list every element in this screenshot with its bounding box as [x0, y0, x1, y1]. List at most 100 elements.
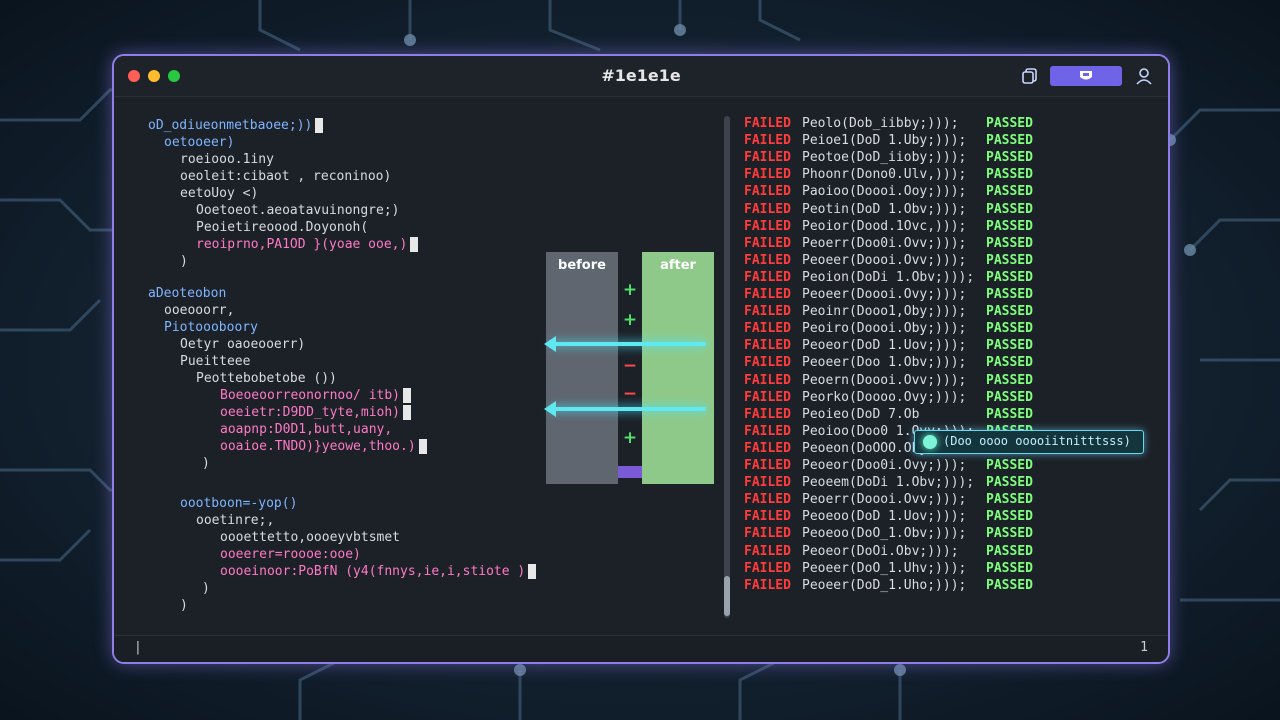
failed-label: FAILED [744, 458, 791, 473]
code-line: oeeietr:D9DD_tyte,mioh) [220, 405, 412, 420]
diff-removed-mark: − [622, 356, 638, 376]
status-indicator-icon [923, 435, 937, 449]
code-line: aoapnp:D0D1,butt,uany, [220, 422, 393, 437]
test-name: Peorko(Doooo.Ovy;))); [802, 389, 967, 405]
log-row: FAILED Peoiro(Doooi.Oby;))); PASSED [744, 321, 1164, 338]
failed-label: FAILED [744, 475, 791, 491]
code-line: oetooeer) [164, 135, 235, 150]
passed-label: PASSED [986, 543, 1033, 559]
diff-added-mark: + [622, 310, 638, 330]
log-row: FAILED Peoeor(DoOi.Obv;))); PASSED [744, 544, 1164, 561]
passed-label: PASSED [986, 492, 1033, 508]
passed-label: PASSED [986, 475, 1033, 491]
code-line: Pueitteee [180, 354, 251, 369]
failed-label: FAILED [744, 167, 791, 183]
test-name: Peoeem(DoDi 1.Obv;))); [802, 475, 975, 491]
passed-label: PASSED [986, 218, 1033, 234]
test-name: Peoeer(DoD_1.Uho;))); [802, 577, 967, 593]
passed-label: PASSED [986, 372, 1033, 388]
text-cursor [403, 388, 412, 403]
passed-label: PASSED [986, 389, 1033, 405]
failed-label: FAILED [744, 543, 791, 559]
passed-label: PASSED [986, 235, 1033, 251]
test-name: Peotoe(DoD_iioby;))); [802, 150, 967, 166]
passed-label: PASSED [986, 526, 1033, 542]
code-line: ooeooorr, [164, 303, 235, 318]
log-row: FAILED Peoern(Doooi.Ovv;))); PASSED [744, 373, 1164, 390]
failed-label: FAILED [744, 150, 791, 166]
failed-label: FAILED [744, 492, 791, 508]
diff-added-mark: + [622, 280, 638, 300]
test-name: Peoior(Dood.1Ovc,))); [802, 218, 967, 234]
failed-label: FAILED [744, 440, 791, 456]
code-line: Oetyr oaoeooerr) [180, 337, 306, 352]
failed-label: FAILED [744, 338, 791, 354]
log-row: FAILED Peoerr(Doooi.Ovv;))); PASSED [744, 492, 1164, 509]
log-row: FAILED Peoeoo(DoD 1.Uov;))); PASSED [744, 509, 1164, 526]
failed-label: FAILED [744, 201, 791, 217]
test-name: Peoeer(Doooi.Ovy;))); [802, 287, 967, 302]
copy-icon[interactable] [1020, 66, 1040, 86]
text-cursor [528, 564, 537, 579]
failed-label: FAILED [744, 116, 791, 131]
passed-label: PASSED [986, 150, 1033, 166]
passed-label: PASSED [986, 458, 1033, 473]
shield-icon [1080, 71, 1092, 80]
text-cursor [403, 405, 412, 420]
text-cursor [410, 237, 419, 252]
test-name: Peoinr(Dooo1,Oby;))); [802, 304, 967, 320]
code-line: ooeerer=roooe:ooe) [220, 547, 361, 562]
log-row: FAILED Peoieo(DoD 7.Ob PASSED [744, 407, 1164, 424]
code-line: oootboon=-yop() [180, 496, 298, 511]
failed-label: FAILED [744, 252, 791, 268]
passed-label: PASSED [986, 577, 1033, 593]
failed-label: FAILED [744, 389, 791, 405]
test-log: FAILED Peolo(Dob_iibby;))); PASSED FAILED Pe… [744, 116, 1164, 606]
shield-button[interactable] [1050, 66, 1122, 86]
code-line: aDeoteobon [148, 286, 227, 301]
code-editor[interactable]: oD_odiueonmetbaoee;)) oetooeer) roeiooo.… [114, 96, 537, 636]
failed-label: FAILED [744, 269, 791, 285]
tooltip-text: (Doo oooo ooooiitnitttsss) [943, 434, 1131, 448]
test-name: Paoioo(Doooi.Ooy;))); [802, 184, 967, 200]
diff-marker [618, 466, 642, 478]
log-row: FAILED Peolo(Dob_iibby;))); PASSED [744, 116, 1164, 133]
failed-label: FAILED [744, 355, 791, 371]
log-row: FAILED Peoion(DoDi 1.Obv;))); PASSED [744, 270, 1164, 287]
log-row: FAILED Peoeem(DoDi 1.Obv;))); PASSED [744, 475, 1164, 492]
log-row: FAILED Peoeor(DoD 1.Uov;))); PASSED [744, 338, 1164, 355]
code-line: reoiprno,PA1OD }(yoae ooe,) [196, 237, 419, 252]
log-row: FAILED Peioe1(DoD 1.Uby;))); PASSED [744, 133, 1164, 150]
log-scrollbar[interactable] [724, 116, 730, 618]
code-line: Peoietireoood.Doyonoh( [196, 220, 369, 235]
log-row: FAILED Peoeer(Doooi.Ovv;))); PASSED [744, 253, 1164, 270]
diff-added-mark: + [622, 428, 638, 448]
code-line: roeiooo.1iny [180, 152, 274, 167]
diff-before-label: before [558, 258, 606, 273]
test-name: Peoeor(DoOi.Obv;))); [802, 543, 959, 559]
failed-label: FAILED [744, 560, 791, 576]
log-row: FAILED Peoeer(DoD_1.Uho;))); PASSED [744, 578, 1164, 595]
passed-label: PASSED [986, 355, 1033, 371]
log-row: FAILED Phoonr(Dono0.Ulv,))); PASSED [744, 167, 1164, 184]
test-name: Peolo(Dob_iibby;))); [802, 116, 959, 131]
passed-label: PASSED [986, 509, 1033, 525]
failed-label: FAILED [744, 526, 791, 542]
code-line: ) [202, 456, 210, 471]
test-name: Peoeer(Doo 1.Obv;))); [802, 355, 967, 371]
editor-window: #1e1e1e oD_odiueonmetbaoee;)) oetooeer) … [112, 54, 1170, 664]
test-name: Peoion(DoDi 1.Obv;))); [802, 269, 975, 285]
passed-label: PASSED [986, 560, 1033, 576]
log-row: FAILED Peoeor(Doo0i.Ovy;))); PASSED [744, 458, 1164, 475]
log-row: FAILED Peotoe(DoD_iioby;))); PASSED [744, 150, 1164, 167]
log-row: FAILED Peoeer(Doooi.Ovy;))); PASSED [744, 287, 1164, 304]
test-name: Peoern(Doooi.Ovv;))); [802, 372, 967, 388]
log-row: FAILED Peoeoo(DoO_1.Obv;))); PASSED [744, 526, 1164, 543]
user-icon[interactable] [1134, 66, 1154, 86]
code-line: Boeoeoorreonornoo/ itb) [220, 388, 412, 403]
scrollbar-thumb[interactable] [724, 576, 730, 616]
passed-label: PASSED [986, 304, 1033, 320]
passed-label: PASSED [986, 116, 1033, 131]
test-name: Peoiro(Doooi.Oby;))); [802, 321, 967, 337]
arrow-left-icon [544, 401, 706, 417]
